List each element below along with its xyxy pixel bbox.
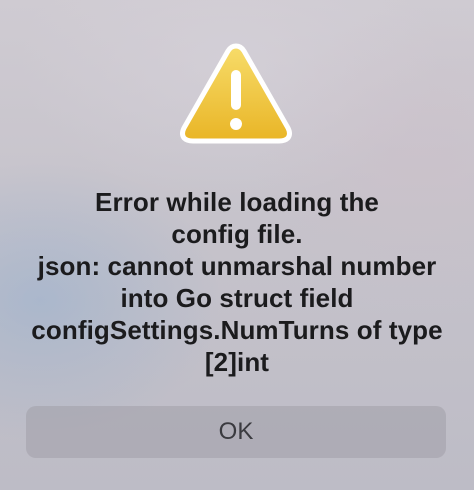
error-message: Error while loading the config file. jso… <box>10 186 464 378</box>
warning-icon <box>178 40 294 144</box>
message-line: into Go struct field <box>120 283 354 313</box>
error-alert-dialog: Error while loading the config file. jso… <box>0 0 474 490</box>
message-line: [2]int <box>204 347 270 377</box>
message-line: configSettings.NumTurns of type <box>31 315 443 345</box>
message-line: config file. <box>171 219 303 249</box>
message-line: json: cannot unmarshal number <box>37 251 437 281</box>
message-line: Error while loading the <box>95 187 379 217</box>
ok-button[interactable]: OK <box>26 406 446 458</box>
